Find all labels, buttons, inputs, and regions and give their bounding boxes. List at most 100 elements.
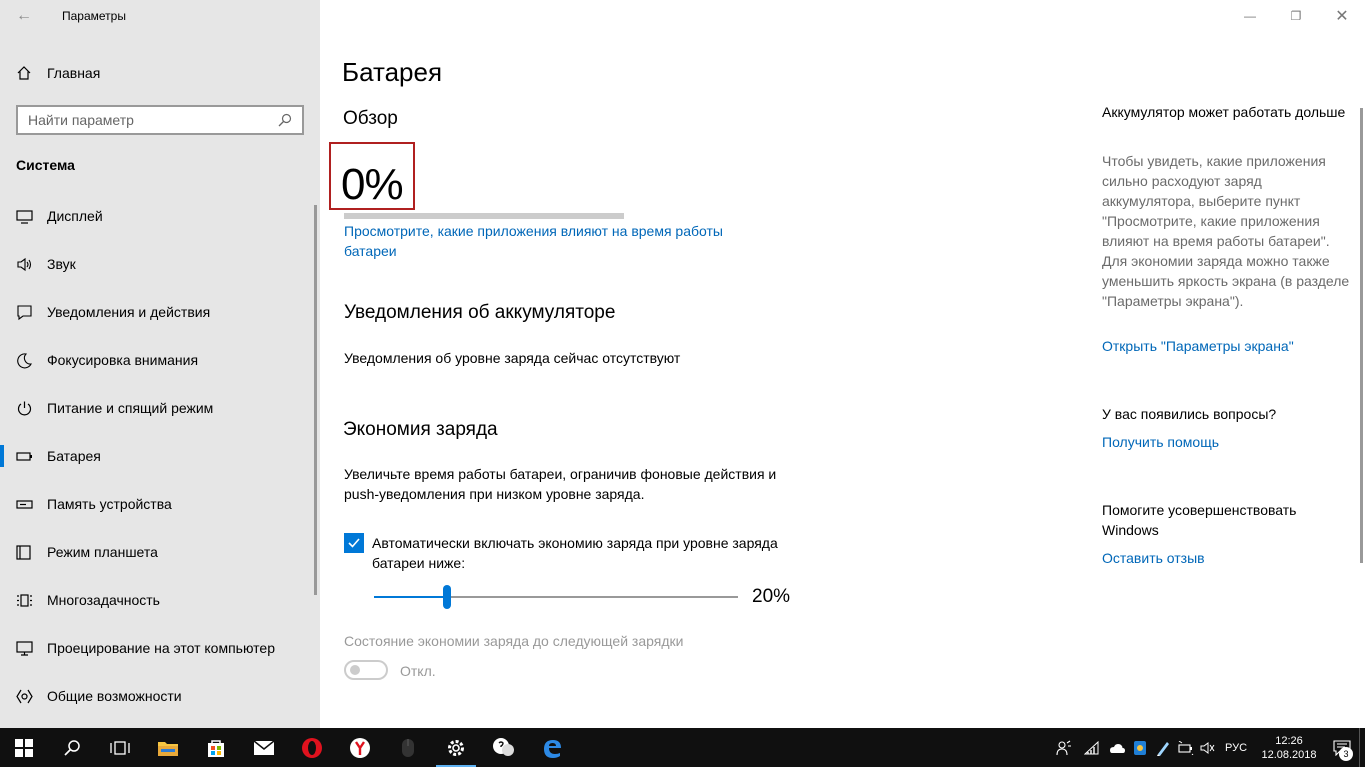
- gear-icon: [448, 739, 464, 756]
- home-label: Главная: [47, 65, 101, 81]
- storage-icon: [16, 496, 33, 513]
- sidebar-item-label: Уведомления и действия: [47, 304, 211, 320]
- opera-icon: [302, 737, 322, 758]
- store-icon: [208, 739, 224, 757]
- sidebar-item-power-sleep[interactable]: Питание и спящий режим: [0, 384, 314, 432]
- get-help-link[interactable]: Получить помощь: [1102, 432, 1219, 452]
- sidebar-item-display[interactable]: Дисплей: [0, 192, 314, 240]
- battery-progress-bar: [344, 213, 624, 219]
- sidebar-item-label: Дисплей: [47, 208, 103, 224]
- sidebar-item-battery[interactable]: Батарея: [0, 432, 314, 480]
- action-center-button[interactable]: 3: [1325, 728, 1359, 767]
- sidebar-item-sound[interactable]: Звук: [0, 240, 314, 288]
- notification-icon: [16, 304, 33, 321]
- feedback-hub-button[interactable]: [480, 728, 528, 767]
- battery-notifications-heading: Уведомления об аккумуляторе: [344, 302, 616, 323]
- edge-button[interactable]: [528, 728, 576, 767]
- auto-saver-checkbox-label[interactable]: Автоматически включать экономию заряда п…: [372, 533, 792, 573]
- network-button[interactable]: [1079, 728, 1105, 767]
- moon-icon: [16, 352, 33, 369]
- back-arrow-icon: ←: [16, 7, 32, 24]
- tablet-icon: [16, 544, 33, 561]
- sidebar-nav: Дисплей Звук Уведомления и действия Фоку…: [0, 192, 314, 720]
- sidebar-item-home[interactable]: Главная: [16, 62, 100, 84]
- give-feedback-link[interactable]: Оставить отзыв: [1102, 548, 1205, 568]
- shared-experiences-icon: [16, 688, 33, 705]
- toggle-knob: [350, 665, 360, 675]
- file-explorer-button[interactable]: [144, 728, 192, 767]
- opera-button[interactable]: [288, 728, 336, 767]
- sidebar-item-notifications[interactable]: Уведомления и действия: [0, 288, 314, 336]
- search-icon[interactable]: [278, 113, 292, 127]
- task-view-icon: [110, 740, 130, 755]
- pen-workspace-button[interactable]: [1151, 728, 1175, 767]
- section-label-system: Система: [16, 157, 75, 173]
- mouse-app-button[interactable]: [384, 728, 432, 767]
- show-desktop-button[interactable]: [1359, 728, 1365, 767]
- language-indicator[interactable]: РУС: [1219, 728, 1253, 767]
- task-view-button[interactable]: [96, 728, 144, 767]
- people-button[interactable]: [1049, 728, 1079, 767]
- search-box[interactable]: [16, 105, 304, 135]
- battery-tray-icon: [1178, 740, 1194, 755]
- sidebar-item-storage[interactable]: Память устройства: [0, 480, 314, 528]
- sidebar-item-label: Память устройства: [47, 496, 172, 512]
- wifi-icon: [1084, 740, 1099, 754]
- main-scrollbar[interactable]: [1360, 108, 1363, 563]
- saver-toggle-state: Откл.: [400, 663, 436, 679]
- sidebar-item-shared-experiences[interactable]: Общие возможности: [0, 672, 314, 720]
- sidebar-item-tablet-mode[interactable]: Режим планшета: [0, 528, 314, 576]
- sidebar-item-focus-assist[interactable]: Фокусировка внимания: [0, 336, 314, 384]
- clock-date: 12.08.2018: [1261, 748, 1317, 761]
- mail-button[interactable]: [240, 728, 288, 767]
- search-input[interactable]: [28, 112, 278, 128]
- search-taskbar-button[interactable]: [48, 728, 96, 767]
- open-display-settings-link[interactable]: Открыть "Параметры экрана": [1102, 336, 1294, 356]
- window-controls: — ❐ ✕: [1227, 0, 1365, 32]
- sidebar-item-label: Батарея: [47, 448, 101, 464]
- notification-count-badge: 3: [1339, 747, 1353, 761]
- sidebar-item-multitasking[interactable]: Многозадачность: [0, 576, 314, 624]
- battery-tray-button[interactable]: [1175, 728, 1197, 767]
- battery-usage-by-app-link[interactable]: Просмотрите, какие приложения влияют на …: [344, 221, 764, 261]
- auto-saver-checkbox[interactable]: [344, 533, 364, 553]
- overview-heading: Обзор: [343, 108, 398, 129]
- home-icon: [16, 65, 32, 81]
- display-icon: [16, 208, 33, 225]
- page-title: Батарея: [342, 57, 443, 87]
- system-tray: РУС 12:26 12.08.2018 3: [1049, 728, 1365, 767]
- minimize-button[interactable]: —: [1227, 0, 1273, 32]
- onedrive-button[interactable]: [1105, 728, 1129, 767]
- yandex-browser-button[interactable]: [336, 728, 384, 767]
- close-button[interactable]: ✕: [1319, 0, 1365, 32]
- feedback-hub-icon: [493, 737, 514, 756]
- sidebar-item-label: Режим планшета: [47, 544, 158, 560]
- checkmark-icon: [348, 538, 360, 548]
- slider-thumb[interactable]: [442, 585, 451, 609]
- restore-icon: ❐: [1290, 9, 1302, 23]
- windows-logo-icon: [15, 738, 33, 757]
- aside-tip-title: Аккумулятор может работать дольше: [1102, 104, 1346, 120]
- volume-button[interactable]: [1197, 728, 1219, 767]
- sidebar-item-projecting[interactable]: Проецирование на этот компьютер: [0, 624, 314, 672]
- maximize-button[interactable]: ❐: [1273, 0, 1319, 32]
- saver-status-toggle[interactable]: [344, 660, 388, 680]
- settings-taskbar-button[interactable]: [432, 728, 480, 767]
- store-button[interactable]: [192, 728, 240, 767]
- start-button[interactable]: [0, 728, 48, 767]
- sidebar-item-label: Многозадачность: [47, 592, 160, 608]
- search-icon: [64, 739, 80, 756]
- security-app-button[interactable]: [1129, 728, 1151, 767]
- shield-icon: [1134, 740, 1146, 755]
- slider-filled-track: [374, 596, 447, 598]
- clock[interactable]: 12:26 12.08.2018: [1253, 728, 1325, 767]
- saver-threshold-slider[interactable]: [374, 585, 738, 609]
- sidebar: ← Параметры Главная Система Дисплей Звук…: [0, 0, 320, 728]
- battery-saver-heading: Экономия заряда: [343, 419, 498, 440]
- battery-icon: [16, 448, 33, 465]
- taskbar: РУС 12:26 12.08.2018 3: [0, 728, 1365, 767]
- sidebar-scrollbar[interactable]: [314, 205, 317, 595]
- clock-time: 12:26: [1275, 734, 1303, 747]
- saver-status-label: Состояние экономии заряда до следующей з…: [344, 633, 684, 649]
- back-button[interactable]: ←: [14, 6, 34, 26]
